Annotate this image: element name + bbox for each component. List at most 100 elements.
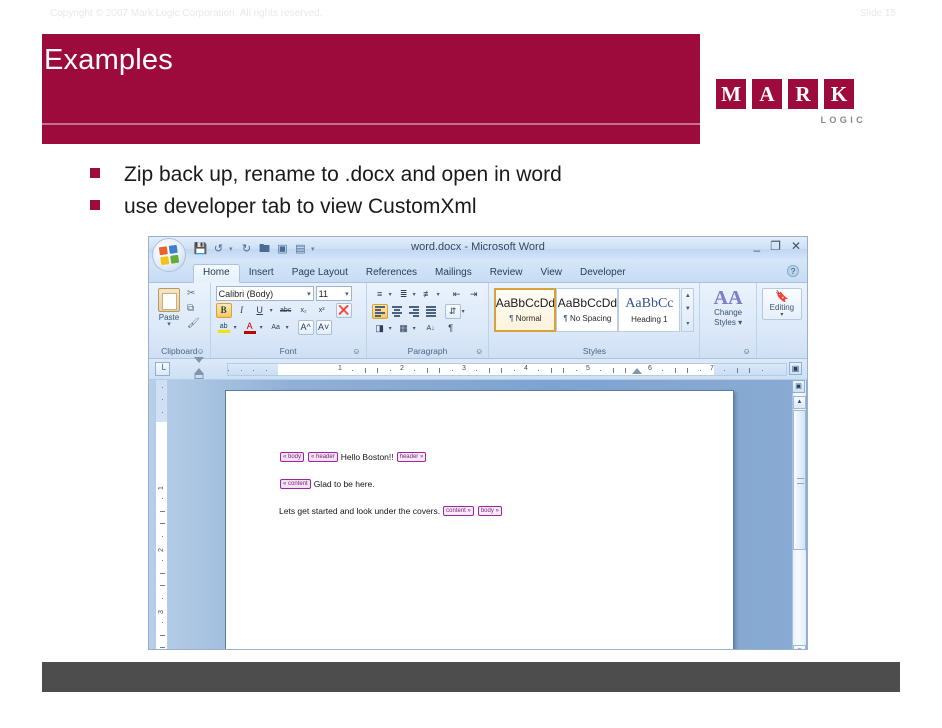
tab-home[interactable]: Home [193, 264, 240, 283]
numbering-button[interactable]: ≣ [396, 287, 412, 302]
align-left-button[interactable] [371, 304, 388, 319]
xml-structure-tag[interactable]: « header [308, 452, 338, 462]
underline-button[interactable]: U [252, 303, 268, 318]
title-banner-rule [42, 123, 700, 125]
logo-square-a: A [752, 79, 782, 109]
styles-more-icon[interactable]: ▾ [686, 320, 689, 327]
font-dialog-launcher-icon[interactable]: ⎉ [353, 345, 359, 358]
tab-stop-selector-button[interactable]: └ [155, 362, 170, 376]
change-case-caret-icon[interactable]: ▾ [286, 325, 292, 331]
text-highlight-button[interactable]: ab [216, 320, 232, 335]
view-ruler-toggle-icon[interactable]: ▣ [789, 362, 802, 375]
style-no-spacing[interactable]: AaBbCcDd ¶ No Spacing [556, 288, 619, 332]
font-size-combobox[interactable]: 11 ▾ [315, 286, 352, 301]
format-painter-icon[interactable]: 🖌 [187, 319, 200, 331]
borders-caret-icon[interactable]: ▾ [413, 326, 419, 332]
superscript-button[interactable]: x² [314, 303, 330, 318]
scroll-up-button[interactable]: ▲ [793, 396, 806, 409]
styles-scroll-down-icon[interactable]: ▼ [685, 306, 691, 312]
font-color-caret-icon[interactable]: ▾ [260, 325, 266, 331]
paste-button[interactable]: Paste ▾ [154, 286, 184, 328]
clear-formatting-button[interactable]: ❌ [335, 303, 352, 318]
paste-icon [158, 288, 180, 312]
show-formatting-marks-button[interactable]: ¶ [443, 321, 459, 336]
shading-button[interactable]: ◨ [372, 321, 388, 336]
justify-button[interactable] [423, 304, 439, 319]
left-indent-marker[interactable] [194, 374, 204, 379]
office-orb-icon[interactable] [152, 238, 186, 272]
font-name-combobox[interactable]: Calibri (Body) ▾ [215, 286, 314, 301]
style-normal[interactable]: AaBbCcDd ¶ Normal [494, 288, 557, 332]
editing-caret-icon[interactable]: ▾ [780, 312, 783, 318]
line-spacing-caret-icon[interactable]: ▾ [462, 309, 468, 315]
tab-view[interactable]: View [532, 265, 572, 282]
cut-icon[interactable]: ✂ [187, 289, 200, 301]
change-styles-body: AA Change Styles ▾ [705, 286, 750, 345]
scroll-down-button[interactable]: ▼ [793, 645, 806, 649]
grow-font-button[interactable]: A^ [297, 320, 314, 335]
tab-mailings[interactable]: Mailings [426, 265, 481, 282]
sort-button[interactable]: A↓ [423, 321, 439, 336]
xml-structure-tag[interactable]: content » [443, 506, 474, 516]
highlight-caret-icon[interactable]: ▾ [234, 325, 240, 331]
shading-caret-icon[interactable]: ▾ [389, 326, 395, 332]
italic-button[interactable]: I [234, 303, 250, 318]
minimize-button[interactable]: – [753, 244, 760, 256]
strikethrough-button[interactable]: abc [278, 303, 294, 318]
document-page[interactable]: « body « header Hello Boston!! header » « co… [225, 390, 734, 649]
bold-button[interactable]: B [215, 303, 232, 318]
copy-icon[interactable]: ⧉ [187, 304, 200, 316]
tab-insert[interactable]: Insert [240, 265, 283, 282]
line-spacing-button[interactable]: ⇵ [444, 304, 461, 319]
styles-scroll-up-icon[interactable]: ▲ [685, 293, 691, 299]
borders-button[interactable]: ▦ [396, 321, 412, 336]
align-right-button[interactable] [406, 304, 422, 319]
xml-structure-tag[interactable]: « body [280, 452, 305, 462]
subscript-button[interactable]: x₂ [296, 303, 312, 318]
document-paragraph[interactable]: « content Glad to be here. [278, 478, 678, 490]
numbering-caret-icon[interactable]: ▾ [413, 292, 419, 298]
font-name-caret-icon[interactable]: ▾ [307, 291, 311, 298]
help-icon[interactable]: ? [787, 265, 799, 277]
styles-dialog-launcher-icon[interactable]: ⎉ [743, 345, 749, 358]
font-color-button[interactable]: A [242, 320, 258, 335]
document-text-content[interactable]: « body « header Hello Boston!! header » « co… [278, 451, 678, 532]
select-browse-object-icon[interactable]: ▣ [792, 380, 805, 393]
tab-review[interactable]: Review [481, 265, 532, 282]
change-case-button[interactable]: Aa [268, 320, 284, 335]
paragraph-dialog-launcher-icon[interactable]: ⎉ [476, 345, 482, 358]
bullets-caret-icon[interactable]: ▾ [389, 292, 395, 298]
right-indent-marker[interactable] [632, 368, 642, 374]
shrink-font-button[interactable]: A˅ [315, 320, 332, 335]
scrollbar-thumb[interactable] [793, 410, 806, 550]
horizontal-ruler[interactable]: 1 2 3 4 5 6 7 [227, 363, 787, 376]
xml-structure-tag[interactable]: body » [477, 506, 502, 516]
xml-structure-tag[interactable]: header » [396, 452, 427, 462]
multilevel-caret-icon[interactable]: ▾ [437, 292, 443, 298]
close-button[interactable]: ✕ [791, 240, 801, 252]
ruler-minor-mark [674, 368, 676, 373]
maximize-button[interactable]: ❐ [770, 240, 781, 252]
paste-dropdown-caret-icon[interactable]: ▾ [167, 321, 171, 328]
font-size-caret-icon[interactable]: ▾ [345, 291, 349, 298]
vertical-scrollbar[interactable]: ▣ ▲ ▼ [792, 380, 806, 649]
style-name: Heading 1 [631, 315, 667, 324]
bullets-button[interactable]: ≡ [372, 287, 388, 302]
change-styles-button[interactable]: AA Change Styles ▾ [705, 286, 750, 328]
document-paragraph[interactable]: « body « header Hello Boston!! header » [278, 451, 678, 463]
first-line-indent-marker[interactable] [194, 357, 204, 363]
tab-page-layout[interactable]: Page Layout [283, 265, 357, 282]
document-paragraph[interactable]: Lets get started and look under the cove… [278, 505, 678, 517]
align-center-button[interactable] [389, 304, 405, 319]
increase-indent-button[interactable]: ⇥ [466, 287, 482, 302]
editing-button[interactable]: 🔖 Editing ▾ [761, 288, 802, 320]
xml-structure-tag[interactable]: « content [280, 479, 311, 489]
tab-developer[interactable]: Developer [571, 265, 635, 282]
tab-references[interactable]: References [357, 265, 426, 282]
underline-caret-icon[interactable]: ▾ [270, 308, 276, 314]
change-styles-caret-icon[interactable]: ▾ [738, 318, 742, 327]
style-heading-1[interactable]: AaBbCc Heading 1 [618, 288, 681, 332]
decrease-indent-button[interactable]: ⇤ [449, 287, 465, 302]
multilevel-list-button[interactable]: ≢ [420, 287, 436, 302]
styles-gallery-scrollbar[interactable]: ▲ ▼ ▾ [681, 288, 695, 332]
